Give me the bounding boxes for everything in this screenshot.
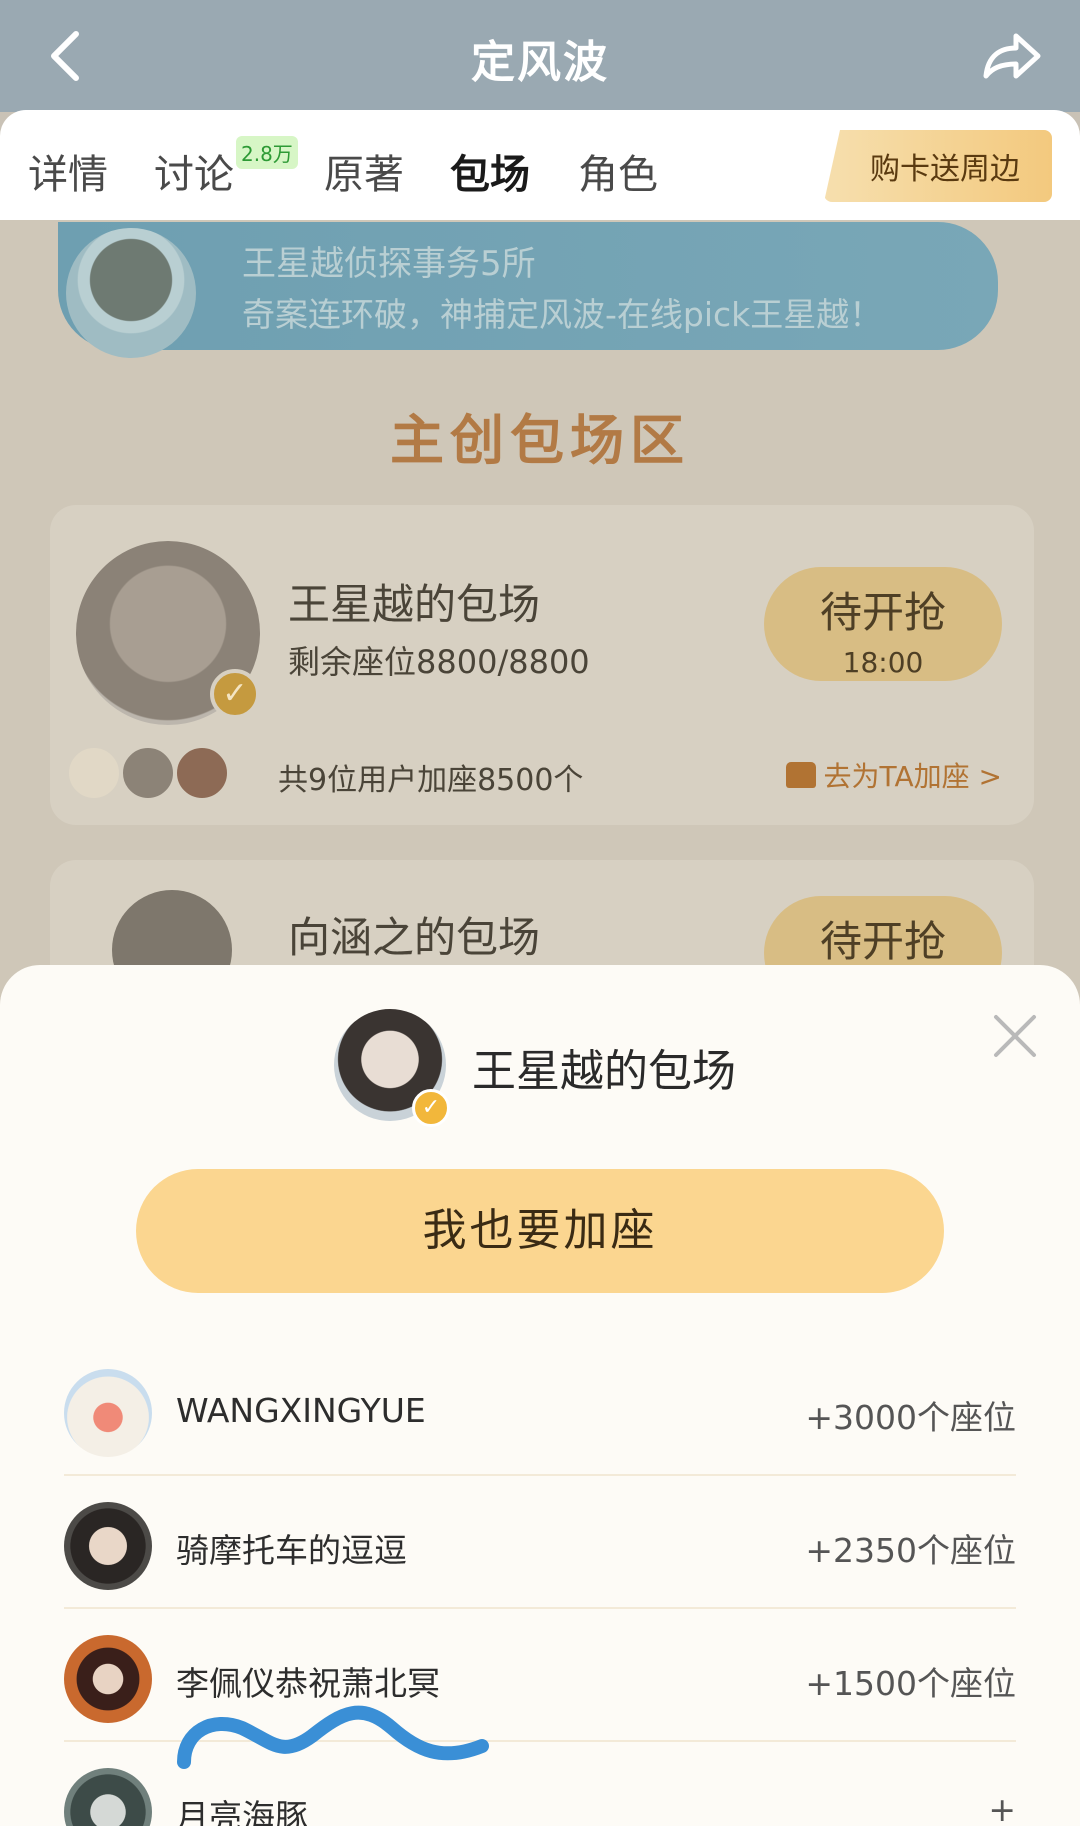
add-seat-link[interactable]: 去为TA加座 > bbox=[785, 755, 1002, 795]
supporter-avatar bbox=[174, 745, 230, 801]
banner-title: 王星越侦探事务5所 bbox=[242, 244, 536, 284]
seat-count: +3000个座位 bbox=[805, 1398, 1016, 1437]
top-bar: 定风波 bbox=[0, 0, 1080, 112]
page-title: 定风波 bbox=[471, 37, 609, 88]
section-title: 主创包场区 bbox=[390, 409, 690, 472]
booking-detail-sheet: ✓ 王星越的包场 我也要加座 WANGXINGYUE +3000个座位 骑摩托车… bbox=[0, 965, 1080, 1826]
list-item[interactable]: 骑摩托车的逗逗 +2350个座位 bbox=[64, 1476, 1016, 1609]
tab-booking[interactable]: 包场 bbox=[450, 142, 530, 200]
avatar bbox=[64, 1768, 152, 1826]
avatar bbox=[64, 1502, 152, 1590]
sheet-title: 王星越的包场 bbox=[472, 1046, 736, 1097]
event-banner[interactable]: 王星越侦探事务5所 奇案连环破，神捕定风波-在线pick王星越！ bbox=[58, 222, 998, 358]
supporter-avatar bbox=[66, 745, 122, 801]
avatar bbox=[64, 1369, 152, 1457]
supporters-summary: 共9位用户加座8500个 bbox=[278, 763, 584, 798]
tab-details[interactable]: 详情 bbox=[28, 142, 108, 200]
sofa-icon bbox=[785, 762, 816, 788]
buy-card-promo-button[interactable]: 购卡送周边 bbox=[824, 130, 1052, 202]
tab-discussion[interactable]: 讨论 2.8万 bbox=[154, 136, 298, 200]
close-icon[interactable] bbox=[992, 1013, 1038, 1059]
avatar bbox=[64, 1635, 152, 1723]
tab-original[interactable]: 原著 bbox=[324, 142, 404, 200]
banner-subtitle: 奇案连环破，神捕定风波-在线pick王星越！ bbox=[242, 295, 883, 334]
seat-count: +2350个座位 bbox=[805, 1531, 1016, 1570]
booking-name: 向涵之的包场 bbox=[288, 913, 541, 962]
user-name: 骑摩托车的逗逗 bbox=[176, 1531, 407, 1570]
user-name: WANGXINGYUE bbox=[176, 1391, 426, 1430]
add-seat-button[interactable]: 我也要加座 bbox=[136, 1169, 944, 1293]
open-time: 18:00 bbox=[842, 646, 924, 679]
booking-name: 王星越的包场 bbox=[288, 580, 541, 629]
supporter-avatar bbox=[120, 745, 176, 801]
share-arrow-icon[interactable] bbox=[978, 26, 1044, 86]
verified-check-icon: ✓ bbox=[412, 1089, 450, 1127]
booking-card[interactable]: ✓ 王星越的包场 剩余座位8800/8800 待开抢 18:00 共9位用户加座… bbox=[50, 505, 1034, 825]
remaining-seats: 剩余座位8800/8800 bbox=[288, 643, 590, 681]
verified-check-icon: ✓ bbox=[210, 669, 260, 719]
scribble-annotation bbox=[177, 1705, 489, 1769]
list-item[interactable]: WANGXINGYUE +3000个座位 bbox=[64, 1343, 1016, 1476]
tab-roles[interactable]: 角色 bbox=[578, 142, 658, 200]
seat-count: + bbox=[988, 1790, 1016, 1826]
grab-status-button[interactable]: 待开抢 18:00 bbox=[764, 567, 1002, 681]
tab-bar: 详情 讨论 2.8万 原著 包场 角色 购卡送周边 bbox=[0, 110, 1080, 220]
seat-count: +1500个座位 bbox=[805, 1664, 1016, 1703]
discussion-count-badge: 2.8万 bbox=[236, 136, 298, 169]
user-name: 月亮海豚 bbox=[176, 1797, 308, 1826]
banner-avatar bbox=[66, 228, 196, 358]
